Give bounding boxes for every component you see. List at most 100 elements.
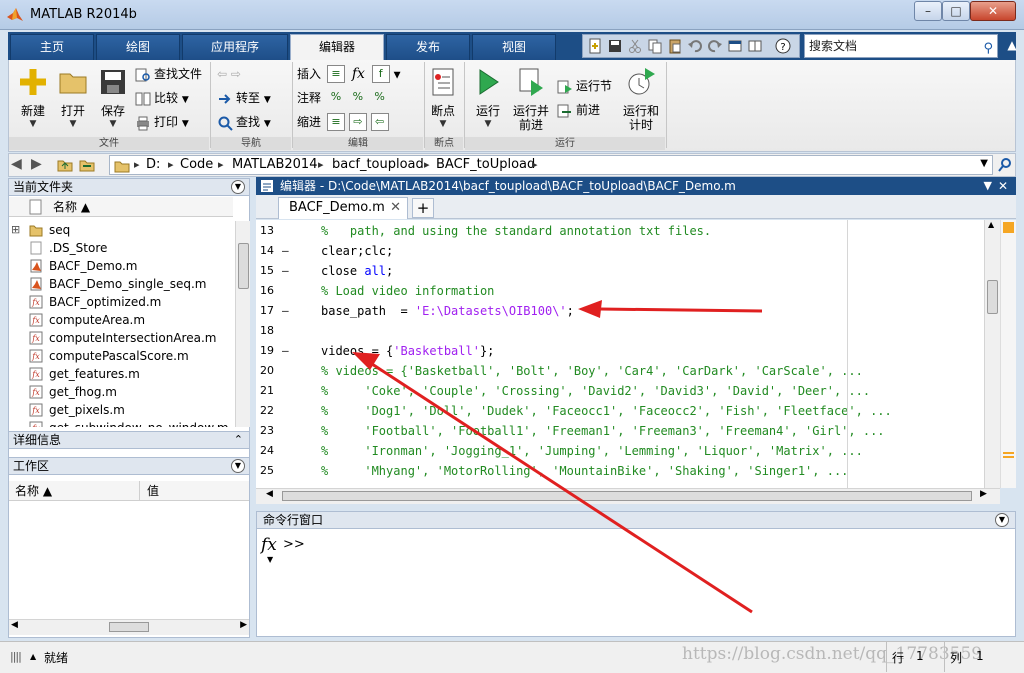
workspace-hscrollbar[interactable]: ◀ ▶	[9, 619, 249, 635]
details-header[interactable]: 详细信息 ⌃	[8, 431, 250, 449]
code-editor[interactable]: 13 % path, and using the standard annotat…	[256, 220, 984, 488]
tab-apps[interactable]: 应用程序	[182, 34, 288, 60]
tab-editor[interactable]: 编辑器	[290, 34, 384, 61]
code-line[interactable]: 23 % 'Football', 'Football1', 'Freeman1',…	[256, 421, 984, 441]
code-line[interactable]: 21 % 'Coke', 'Couple', 'Crossing', 'David…	[256, 381, 984, 401]
save-button[interactable]: 保存 ▼	[93, 66, 133, 129]
find-files-button[interactable]: 查找文件	[135, 64, 202, 86]
path-separator-icon[interactable]: ▸	[134, 158, 140, 171]
search-icon[interactable]: ⚲	[983, 38, 993, 60]
tab-home[interactable]: 主页	[10, 34, 94, 60]
path-field[interactable]: ▸ D: ▸ Code ▸ MATLAB2014 ▸ bacf_toupload…	[109, 155, 993, 175]
editor-hscrollbar[interactable]: ◀ ▶	[256, 488, 1000, 504]
file-list-item[interactable]: fx get_subwindow_no_window.m	[9, 419, 235, 427]
forward-icon[interactable]: ▶	[31, 156, 42, 172]
nav-forward-icon[interactable]: ⇨	[231, 67, 241, 81]
file-list-item[interactable]: fx computeArea.m	[9, 311, 235, 329]
new-button[interactable]: 新建 ▼	[13, 66, 53, 129]
switch-windows-icon[interactable]	[727, 38, 743, 54]
code-line[interactable]: 14— clear;clc;	[256, 241, 984, 261]
run-section-button[interactable]: 运行节	[557, 76, 612, 98]
wrap-comment-icon[interactable]: %	[371, 89, 389, 107]
breakpoint-marker[interactable]: —	[282, 241, 289, 261]
line-number[interactable]: 24	[260, 441, 280, 461]
warning-marker[interactable]	[1003, 452, 1014, 454]
path-separator-icon[interactable]: ▸	[168, 158, 174, 171]
code-line[interactable]: 25 % 'Mhyang', 'MotorRolling', 'MountainB…	[256, 461, 984, 481]
code-line[interactable]: 13 % path, and using the standard annotat…	[256, 221, 984, 241]
breakpoint-marker[interactable]: —	[282, 341, 289, 361]
file-list-item[interactable]: BACF_Demo_single_seq.m	[9, 275, 235, 293]
line-number[interactable]: 20	[260, 361, 280, 381]
up-folder-icon[interactable]	[57, 157, 73, 173]
goto-button[interactable]: 转至 ▼	[217, 88, 271, 110]
file-list-item[interactable]: fx computeIntersectionArea.m	[9, 329, 235, 347]
run-button[interactable]: 运行 ▼	[469, 66, 507, 129]
breadcrumb-matlab2014[interactable]: MATLAB2014	[232, 157, 317, 172]
breakpoint-marker[interactable]: —	[282, 301, 289, 321]
breakpoints-button[interactable]: 断点 ▼	[425, 66, 461, 129]
status-dropdown-icon[interactable]: ▲	[30, 652, 36, 661]
tab-plots[interactable]: 绘图	[96, 34, 180, 60]
line-number[interactable]: 15	[260, 261, 280, 281]
scrollbar-thumb[interactable]	[238, 243, 249, 289]
comment-icon[interactable]: %	[327, 89, 345, 107]
workspace-name-column[interactable]: 名称 ▲	[15, 482, 52, 500]
function-browser-dropdown-icon[interactable]: ▼	[267, 555, 273, 564]
editor-file-tab[interactable]: BACF_Demo.m ✕	[278, 197, 408, 219]
breadcrumb-bacf-toupload[interactable]: bacf_toupload	[332, 157, 424, 172]
open-button[interactable]: 打开 ▼	[53, 66, 93, 129]
line-number[interactable]: 23	[260, 421, 280, 441]
line-number[interactable]: 21	[260, 381, 280, 401]
line-number[interactable]: 22	[260, 401, 280, 421]
line-number[interactable]: 13	[260, 221, 280, 241]
line-number[interactable]: 25	[260, 461, 280, 481]
file-list-item[interactable]: fx BACF_optimized.m	[9, 293, 235, 311]
scroll-right-icon[interactable]: ▶	[240, 620, 247, 630]
cut-icon[interactable]	[627, 38, 643, 54]
file-list-item[interactable]: fx get_pixels.m	[9, 401, 235, 419]
uncomment-icon[interactable]: %	[349, 89, 367, 107]
paste-icon[interactable]	[667, 38, 683, 54]
scrollbar-thumb[interactable]	[987, 280, 998, 314]
code-line[interactable]: 18	[256, 321, 984, 341]
file-list-item[interactable]: .DS_Store	[9, 239, 235, 257]
advance-button[interactable]: 前进	[557, 100, 600, 122]
insert-button[interactable]: 插入	[297, 64, 321, 86]
redo-icon[interactable]	[707, 38, 723, 54]
file-list-item[interactable]: BACF_Demo.m	[9, 257, 235, 275]
tab-close-icon[interactable]: ✕	[390, 198, 401, 218]
run-and-time-button[interactable]: 运行和 计时	[619, 66, 663, 132]
command-window[interactable]: fx >> ▼	[256, 529, 1016, 637]
decrease-indent-icon[interactable]: ⇦	[370, 113, 389, 131]
minimize-button[interactable]: –	[914, 1, 942, 21]
help-icon[interactable]: ?	[775, 38, 791, 54]
code-line[interactable]: 17— base_path = 'E:\Datasets\OIB100\';	[256, 301, 984, 321]
search-folder-icon[interactable]	[997, 157, 1013, 173]
close-button[interactable]: ✕	[970, 1, 1016, 21]
warning-indicator-icon[interactable]	[1003, 222, 1014, 233]
editor-vscrollbar[interactable]: ▲	[984, 220, 1000, 488]
file-list-scrollbar[interactable]	[235, 221, 250, 427]
scrollbar-thumb[interactable]	[282, 491, 972, 501]
scroll-up-icon[interactable]: ▲	[988, 220, 994, 229]
scroll-left-icon[interactable]: ◀	[11, 620, 18, 630]
expand-details-icon[interactable]: ⌃	[234, 432, 243, 448]
status-grip-icon[interactable]: ||||	[10, 650, 22, 663]
browse-folder-icon[interactable]	[79, 157, 95, 173]
smart-indent-icon[interactable]: ≡	[327, 113, 345, 131]
maximize-button[interactable]: □	[942, 1, 970, 21]
indent-button[interactable]: 缩进	[297, 112, 321, 134]
line-number[interactable]: 19	[260, 341, 280, 361]
code-line[interactable]: 15— close all;	[256, 261, 984, 281]
run-and-advance-button[interactable]: 运行并 前进	[509, 66, 553, 132]
workspace-actions-icon[interactable]: ▼	[231, 459, 245, 473]
insert-dropdown-icon[interactable]: ▼	[394, 71, 401, 81]
function-browser-icon[interactable]: fx	[261, 535, 277, 555]
comment-button[interactable]: 注释	[297, 88, 321, 110]
collapse-ribbon-icon[interactable]: ▲	[1002, 34, 1022, 58]
warning-marker[interactable]	[1003, 456, 1014, 458]
line-number[interactable]: 17	[260, 301, 280, 321]
workspace-value-column[interactable]: 值	[147, 482, 159, 500]
tab-publish[interactable]: 发布	[386, 34, 470, 60]
